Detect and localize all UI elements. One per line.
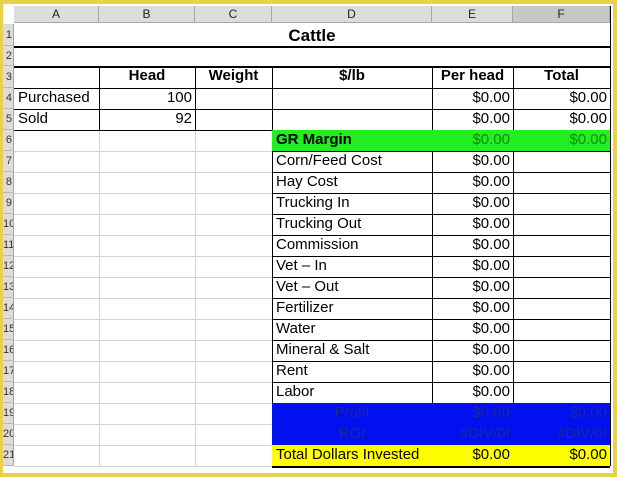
sold-per-head[interactable]: $0.00 xyxy=(432,109,513,130)
header-total[interactable]: Total xyxy=(513,66,610,87)
profit-per-head[interactable]: $0.00 xyxy=(432,403,513,424)
row-header[interactable]: 20 xyxy=(3,424,14,445)
total-invested-total[interactable]: $0.00 xyxy=(513,445,610,466)
row-header[interactable]: 14 xyxy=(3,298,14,319)
row-header[interactable]: 15 xyxy=(3,319,14,340)
sold-head[interactable]: 92 xyxy=(99,109,195,130)
expense-label[interactable]: Hay Cost xyxy=(272,172,432,193)
roi-label[interactable]: ROI xyxy=(272,424,432,445)
gr-margin-per-head[interactable]: $0.00 xyxy=(432,130,513,151)
row-header[interactable]: 3 xyxy=(3,66,14,88)
total-invested-label[interactable]: Total Dollars Invested xyxy=(272,445,432,466)
purchased-total[interactable]: $0.00 xyxy=(513,88,610,109)
expense-per-head[interactable]: $0.00 xyxy=(432,172,513,193)
sheet-title[interactable]: Cattle xyxy=(14,24,610,46)
expense-per-head[interactable]: $0.00 xyxy=(432,214,513,235)
column-header-c[interactable]: C xyxy=(195,6,272,23)
expense-per-head[interactable]: $0.00 xyxy=(432,319,513,340)
expense-label[interactable]: Fertilizer xyxy=(272,298,432,319)
gr-margin-label[interactable]: GR Margin xyxy=(272,130,432,151)
profit-label[interactable]: Profit xyxy=(272,403,432,424)
expense-per-head[interactable]: $0.00 xyxy=(432,361,513,382)
title-bottom-border xyxy=(14,46,610,48)
column-header-a[interactable]: A xyxy=(14,6,99,23)
row-header[interactable]: 5 xyxy=(3,109,14,130)
expense-per-head[interactable]: $0.00 xyxy=(432,298,513,319)
column-header-d[interactable]: D xyxy=(272,6,432,23)
expense-per-head[interactable]: $0.00 xyxy=(432,277,513,298)
expense-label[interactable]: Trucking Out xyxy=(272,214,432,235)
expense-per-head[interactable]: $0.00 xyxy=(432,256,513,277)
table-bottom-border xyxy=(272,466,610,468)
column-header-f[interactable]: F xyxy=(513,6,610,23)
row-header[interactable]: 8 xyxy=(3,172,14,193)
header-per-head[interactable]: Per head xyxy=(432,66,513,87)
row-header[interactable]: 7 xyxy=(3,151,14,172)
row-header[interactable]: 17 xyxy=(3,361,14,382)
purchased-head[interactable]: 100 xyxy=(99,88,195,109)
row-header[interactable]: 4 xyxy=(3,88,14,109)
header-per-lb[interactable]: $/lb xyxy=(272,66,432,87)
total-invested-per-head[interactable]: $0.00 xyxy=(432,445,513,466)
row-header[interactable]: 2 xyxy=(3,46,14,66)
expense-label[interactable]: Water xyxy=(272,319,432,340)
expense-label[interactable]: Commission xyxy=(272,235,432,256)
expense-per-head[interactable]: $0.00 xyxy=(432,235,513,256)
expense-label[interactable]: Mineral & Salt xyxy=(272,340,432,361)
expense-label[interactable]: Trucking In xyxy=(272,193,432,214)
row-header[interactable]: 12 xyxy=(3,256,14,277)
expense-label[interactable]: Labor xyxy=(272,382,432,403)
expense-per-head[interactable]: $0.00 xyxy=(432,151,513,172)
profit-total[interactable]: $0.00 xyxy=(513,403,610,424)
expense-label[interactable]: Vet – In xyxy=(272,256,432,277)
purchased-label[interactable]: Purchased xyxy=(14,88,99,109)
gr-margin-total[interactable]: $0.00 xyxy=(513,130,610,151)
expense-per-head[interactable]: $0.00 xyxy=(432,340,513,361)
column-header-e[interactable]: E xyxy=(432,6,513,23)
sheet-right-border xyxy=(610,6,611,466)
row-header[interactable]: 9 xyxy=(3,193,14,214)
column-header-b[interactable]: B xyxy=(99,6,195,23)
row-header[interactable]: 10 xyxy=(3,214,14,235)
row-header[interactable]: 19 xyxy=(3,403,14,424)
sold-label[interactable]: Sold xyxy=(14,109,99,130)
sold-total[interactable]: $0.00 xyxy=(513,109,610,130)
row-header[interactable]: 18 xyxy=(3,382,14,403)
roi-per-head[interactable]: #DIV/0! xyxy=(432,424,513,445)
row-header[interactable]: 21 xyxy=(3,445,14,466)
header-head[interactable]: Head xyxy=(99,66,195,87)
row-header[interactable]: 13 xyxy=(3,277,14,298)
expense-per-head[interactable]: $0.00 xyxy=(432,382,513,403)
expense-label[interactable]: Corn/Feed Cost xyxy=(272,151,432,172)
row-header[interactable]: 11 xyxy=(3,235,14,256)
row-header[interactable]: 1 xyxy=(3,24,14,46)
expense-per-head[interactable]: $0.00 xyxy=(432,193,513,214)
roi-total[interactable]: #DIV/0! xyxy=(513,424,610,445)
row-header[interactable]: 6 xyxy=(3,130,14,151)
row-header[interactable]: 16 xyxy=(3,340,14,361)
expense-label[interactable]: Rent xyxy=(272,361,432,382)
expense-label[interactable]: Vet – Out xyxy=(272,277,432,298)
purchased-per-head[interactable]: $0.00 xyxy=(432,88,513,109)
header-weight[interactable]: Weight xyxy=(195,66,272,87)
